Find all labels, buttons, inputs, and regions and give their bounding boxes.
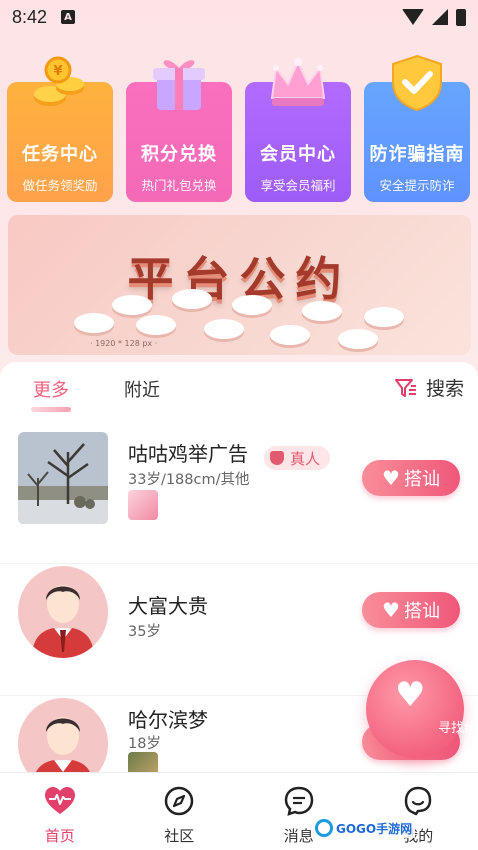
feature-title: 积分兑换 — [141, 144, 217, 165]
banner-decoration — [270, 325, 310, 345]
banner-decoration — [302, 301, 342, 321]
avatar[interactable] — [18, 432, 108, 524]
banner-decoration — [338, 329, 378, 349]
feature-title: 会员中心 — [260, 144, 336, 165]
banner-decoration — [172, 289, 212, 309]
heartbeat-icon — [44, 787, 75, 814]
feature-subtitle: 安全提示防诈 — [379, 178, 455, 193]
user-photo-thumbnail[interactable] — [128, 490, 158, 520]
feature-subtitle: 热门礼包兑换 — [141, 178, 217, 193]
feature-title: 防诈骗指南 — [369, 144, 465, 165]
default-male-avatar-icon — [18, 699, 108, 782]
nav-home[interactable]: 首页 — [0, 773, 120, 850]
banner-decoration — [112, 295, 152, 315]
chat-bubble-icon — [284, 786, 314, 816]
banner-caption: · 1920 * 128 px · — [90, 339, 158, 348]
shield-check-icon — [392, 54, 442, 112]
feature-subtitle: 做任务领奖励 — [22, 178, 98, 193]
verified-label: 真人 — [290, 449, 321, 468]
battery-icon — [456, 8, 466, 26]
verified-shield-icon — [270, 451, 284, 465]
filter-icon — [394, 378, 416, 397]
banner-decoration — [364, 307, 404, 327]
platform-convention-banner[interactable]: 平台公约 · 1920 * 128 px · — [8, 215, 471, 355]
watermark-logo-icon — [315, 819, 333, 837]
user-meta: 35岁 — [128, 624, 161, 640]
user-meta: 33岁/188cm/其他 — [128, 472, 250, 488]
avatar[interactable] — [18, 566, 108, 658]
bottom-nav: 首页 社区 消息 我的 — [0, 772, 478, 850]
watermark-text: GOGO手游网 — [336, 821, 413, 836]
user-meta: 18岁 — [128, 736, 161, 752]
default-male-avatar-icon — [18, 567, 108, 658]
status-time: 8:42 — [12, 6, 48, 27]
verified-badge: 真人 — [264, 446, 331, 470]
tab-nearby[interactable]: 附近 — [124, 376, 160, 402]
signal-icon — [432, 9, 448, 25]
nav-label: 社区 — [164, 827, 195, 845]
heart-icon: ♥ — [382, 598, 400, 622]
nav-community[interactable]: 社区 — [120, 773, 240, 850]
user-face-icon — [405, 786, 432, 816]
nav-label: 首页 — [44, 827, 75, 845]
task-center-card[interactable]: ¥ 任务中心 做任务领奖励 — [7, 56, 113, 202]
nav-label: 消息 — [283, 827, 314, 845]
user-name: 大富大贵 — [128, 594, 208, 618]
greet-button[interactable]: ♥ 搭讪 — [362, 460, 460, 496]
sim-icon: A — [61, 10, 76, 24]
nav-messages[interactable]: 消息 — [239, 773, 359, 850]
tab-more[interactable]: 更多 — [31, 376, 71, 412]
svg-text:¥: ¥ — [53, 64, 62, 79]
user-name: 咕咕鸡举广告 — [128, 442, 248, 466]
feature-subtitle: 享受会员福利 — [260, 178, 336, 193]
search-button[interactable]: 搜索 — [394, 374, 464, 401]
nav-mine[interactable]: 我的 — [359, 773, 478, 850]
search-label: 搜索 — [425, 378, 464, 400]
list-tabs: 更多 附近 搜索 — [0, 362, 478, 418]
avatar[interactable] — [18, 698, 108, 782]
status-bar: 8:42 A — [0, 0, 478, 34]
status-icons — [402, 8, 466, 26]
avatar-photo — [18, 432, 108, 524]
banner-decoration — [204, 319, 244, 339]
greet-button[interactable]: ♥ 搭讪 — [362, 592, 460, 628]
vip-center-card[interactable]: 会员中心 享受会员福利 — [245, 58, 351, 202]
heart-icon: ♥ — [382, 466, 400, 490]
banner-decoration — [74, 313, 114, 333]
banner-decoration — [232, 295, 272, 315]
feature-title: 任务中心 — [22, 144, 98, 165]
feature-cards: ¥ 任务中心 做任务领奖励 积分兑换 热门礼包兑换 会员中心 享受会员福利 防诈… — [7, 54, 471, 204]
greet-label: 搭讪 — [403, 469, 440, 490]
banner-decoration — [136, 315, 176, 335]
user-name: 哈尔滨梦 — [128, 708, 208, 732]
wifi-icon — [402, 9, 424, 25]
watermark: GOGO手游网 — [312, 818, 416, 838]
crown-icon — [270, 58, 326, 106]
find-fate-button[interactable]: ♥ 寻找缘分 — [366, 660, 478, 758]
double-heart-icon: ♥ — [395, 675, 426, 715]
find-fate-label: 寻找缘分 — [437, 721, 478, 736]
gold-coins-icon: ¥ — [34, 56, 84, 106]
user-row[interactable]: 咕咕鸡举广告 真人 33岁/188cm/其他 ♥ 搭讪 — [0, 432, 478, 564]
anti-fraud-guide-card[interactable]: 防诈骗指南 安全提示防诈 — [364, 54, 470, 202]
points-exchange-card[interactable]: 积分兑换 热门礼包兑换 — [126, 60, 232, 202]
greet-label: 搭讪 — [403, 601, 440, 622]
compass-icon — [165, 786, 194, 816]
gift-box-icon — [153, 60, 205, 110]
